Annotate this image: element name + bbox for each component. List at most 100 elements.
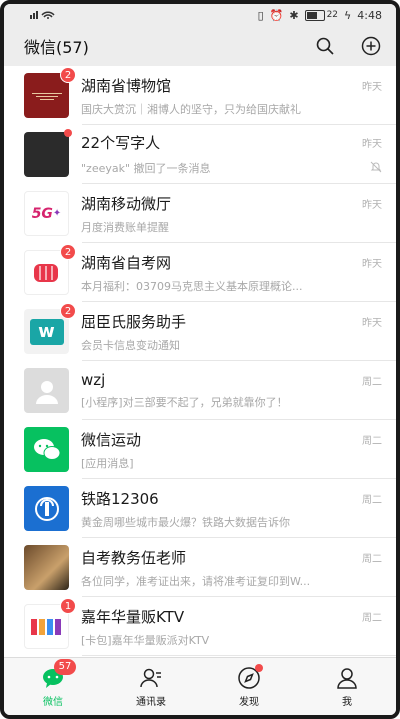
unread-badge: 2 [60,303,76,319]
chat-body: 自考教务伍老师 周二 各位同学，准考证出来，请将准考证复印到W... [81,547,396,589]
app-header: 微信(57) [4,26,396,66]
chat-time: 昨天 [362,317,382,329]
chat-preview: "zeeyak" 撤回了一条消息 [81,161,211,175]
unread-badge: 1 [60,598,76,614]
chat-item-hunan-zikao[interactable]: 2 湖南省自考网 昨天 本月福利：03709马克思主义基本原理概论... [4,243,396,302]
chat-item-wechat-sport[interactable]: 微信运动 周二 [应用消息] [4,420,396,479]
bluetooth-icon: ✱ [289,8,299,22]
chat-time: 昨天 [362,199,382,211]
search-icon[interactable] [314,35,336,57]
chat-time: 周二 [362,494,382,506]
chat-name: 嘉年华量贩KTV [81,607,185,626]
avatar: w 2 [24,303,76,354]
avatar: 2 [24,67,76,118]
chat-preview: [小程序]对三部要不起了，兄弟就靠你了！ [81,396,288,409]
chat-name: 自考教务伍老师 [81,548,187,567]
chat-time: 昨天 [362,258,382,270]
photo-avatar-icon [24,545,69,590]
tab-label: 通讯录 [136,697,166,708]
chat-item-teacher-wu[interactable]: 自考教务伍老师 周二 各位同学，准考证出来，请将准考证复印到W... [4,538,396,597]
chat-name: 微信运动 [81,430,142,449]
chat-time: 昨天 [362,139,382,150]
chat-body: 湖南省博物馆 昨天 国庆大赏沉｜湘博人的坚守，只为给国庆献礼 [81,75,396,117]
chat-item-22-writers[interactable]: 22个写字人 昨天 "zeeyak" 撤回了一条消息 [4,125,396,184]
status-right: ▯ ⏰ ✱ 22 ϟ 4:48 [258,9,382,22]
chat-list[interactable]: 2 湖南省博物馆 昨天 国庆大赏沉｜湘博人的坚守，只为给国庆献礼 22个写字人 昨天… [4,66,396,658]
unread-dot [64,129,72,137]
group-avatar-grid-icon [24,132,69,177]
chat-name: 湖南省博物馆 [81,76,172,95]
unread-badge: 2 [60,67,76,83]
avatar [24,545,69,590]
status-bar: ▯ ⏰ ✱ 22 ϟ 4:48 [4,4,396,26]
chat-body: 22个写字人 昨天 "zeeyak" 撤回了一条消息 [81,132,396,177]
chat-item-wzj[interactable]: wzj 周二 [小程序]对三部要不起了，兄弟就靠你了！ [4,361,396,420]
chat-item-hunan-mobile[interactable]: 5G ✦ 湖南移动微厅 昨天 月度消费账单提醒 [4,184,396,243]
chat-body: 湖南移动微厅 昨天 月度消费账单提醒 [81,193,396,235]
chat-item-ktv[interactable]: 1 嘉年华量贩KTV 周二 [卡包]嘉年华量贩派对KTV [4,597,396,656]
tab-discover[interactable]: 发现 [200,658,298,715]
chat-time: 周二 [362,612,382,624]
chat-body: 嘉年华量贩KTV 周二 [卡包]嘉年华量贩派对KTV [81,606,396,648]
5g-logo-icon: 5G ✦ [24,191,69,236]
chat-body: 屈臣氏服务助手 昨天 会员卡信息变动通知 [81,311,396,353]
avatar [24,486,69,531]
chat-body: 铁路12306 周二 黄金周哪些城市最火爆？铁路大数据告诉你 [81,488,396,530]
chat-name: 铁路12306 [81,489,159,508]
chat-item-hunan-museum[interactable]: 2 湖南省博物馆 昨天 国庆大赏沉｜湘博人的坚守，只为给国庆献礼 [4,66,396,125]
phone-screen: ▯ ⏰ ✱ 22 ϟ 4:48 微信(57) 2 湖南省博物馆 昨天 国庆大赏沉… [0,0,400,719]
status-time: 4:48 [357,8,382,22]
avatar [24,427,69,472]
chat-preview: 黄金周哪些城市最火爆？铁路大数据告诉你 [81,515,290,529]
avatar: 5G ✦ [24,191,69,236]
chat-preview: 会员卡信息变动通知 [81,338,180,352]
chat-preview: 月度消费账单提醒 [81,220,169,234]
chat-time: 周二 [362,553,382,565]
chat-body: 微信运动 周二 [应用消息] [81,429,396,471]
avatar [24,129,72,177]
tab-chats[interactable]: 57 微信 [4,658,102,715]
charging-icon: ϟ [344,8,352,22]
wechat-logo-icon [24,427,69,472]
bottom-tab-bar: 57 微信 通讯录 发现 我 [4,657,396,715]
tab-label: 我 [342,697,352,708]
tab-contacts[interactable]: 通讯录 [102,658,200,715]
tab-label: 微信 [43,697,63,708]
chat-item-railway-12306[interactable]: 铁路12306 周二 黄金周哪些城市最火爆？铁路大数据告诉你 [4,479,396,538]
signal-icon [30,9,60,22]
chat-time: 周二 [362,376,382,388]
default-user-icon [24,368,69,413]
tab-label: 发现 [239,697,259,708]
chat-name: 湖南省自考网 [81,253,172,272]
chat-time: 昨天 [362,81,382,93]
tab-me[interactable]: 我 [298,658,396,715]
chat-name: 22个写字人 [81,134,161,152]
chat-preview: 国庆大赏沉｜湘博人的坚守，只为给国庆献礼 [81,102,301,116]
person-icon [334,665,360,691]
mute-bell-icon [370,158,382,177]
compass-icon [236,664,263,691]
add-icon[interactable] [360,35,382,57]
chat-body: wzj 周二 [小程序]对三部要不起了，兄弟就靠你了！ [81,371,396,410]
page-title: 微信(57) [24,38,89,57]
chat-time: 周二 [362,435,382,447]
chat-name: wzj [81,371,106,389]
alarm-icon: ⏰ [269,8,284,22]
battery-icon [304,9,325,21]
avatar: 1 [24,598,76,649]
status-left [30,9,60,22]
avatar [24,368,69,413]
chat-name: 湖南移动微厅 [81,194,172,213]
chat-bubble-icon: 57 [40,659,76,691]
chat-preview: 各位同学，准考证出来，请将准考证复印到W... [81,574,311,588]
vibrate-icon: ▯ [257,8,264,22]
chat-body: 湖南省自考网 昨天 本月福利：03709马克思主义基本原理概论... [81,252,396,294]
tab-unread-badge: 57 [54,659,76,675]
battery-level: 22 [326,10,339,20]
unread-badge: 2 [60,244,76,260]
header-actions [314,35,382,57]
tab-unread-dot [255,664,263,672]
chat-item-watsons[interactable]: w 2 屈臣氏服务助手 昨天 会员卡信息变动通知 [4,302,396,361]
contacts-icon [138,665,164,691]
railway-logo-icon [24,486,69,531]
